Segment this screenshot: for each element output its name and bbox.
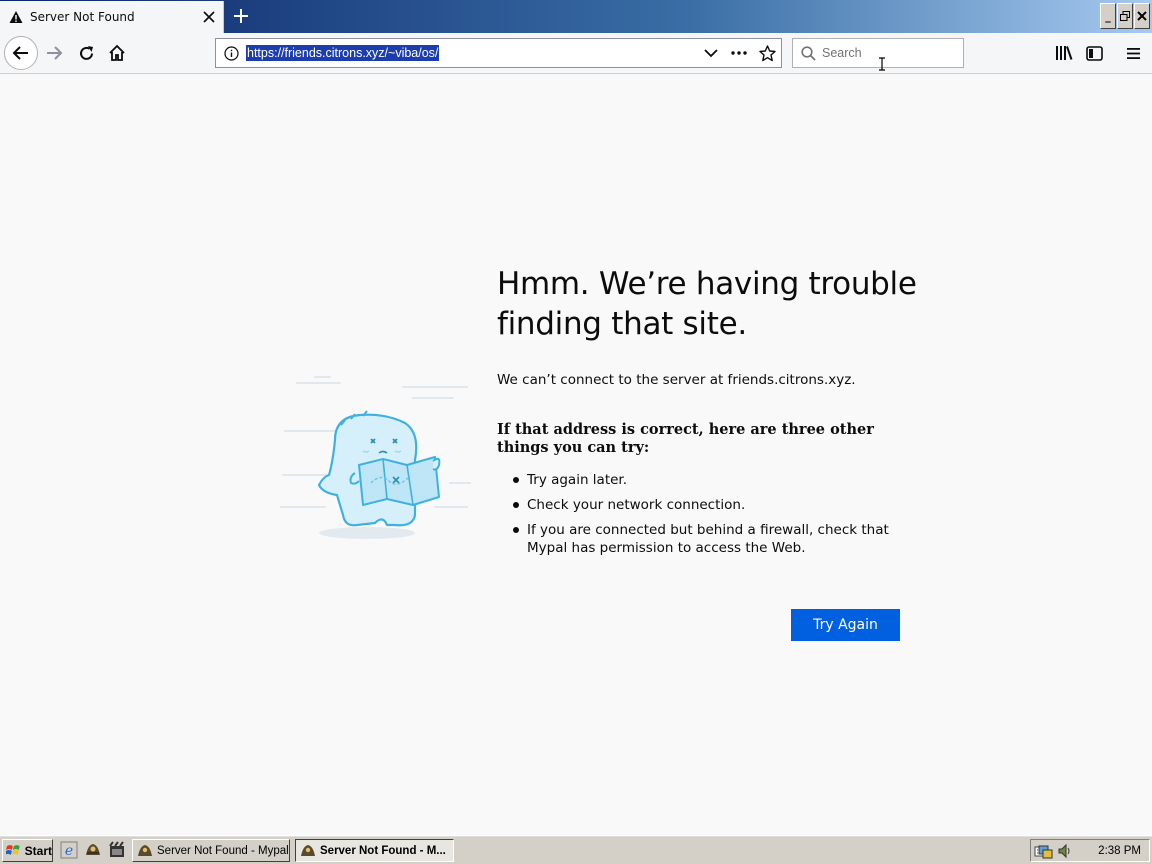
try-again-button[interactable]: Try Again [791, 609, 900, 641]
menu-button[interactable] [1121, 41, 1145, 65]
search-icon [801, 45, 816, 61]
url-text[interactable]: https://friends.citrons.xyz/~viba/os/ [246, 45, 440, 61]
close-window-button[interactable] [1134, 3, 1150, 29]
reload-button[interactable] [74, 41, 98, 65]
window-controls: _ [1100, 3, 1150, 29]
internet-explorer-icon[interactable]: e [60, 841, 78, 859]
close-icon [1137, 11, 1147, 21]
sidebar-icon [1085, 45, 1103, 61]
mypal-icon [301, 844, 315, 856]
svg-text:e: e [65, 843, 73, 859]
restore-icon [1120, 11, 1130, 21]
mypal-quicklaunch-icon[interactable] [84, 841, 102, 859]
restore-button[interactable] [1117, 3, 1133, 29]
system-tray: 2:38 PM [1030, 839, 1150, 862]
taskbar-item-mypal-2[interactable]: Server Not Found - M... [295, 839, 454, 862]
plus-icon [234, 9, 248, 23]
taskbar-item-mypal-1[interactable]: Server Not Found - Mypal [132, 839, 290, 862]
start-button[interactable]: Start [2, 839, 53, 862]
windows-logo-icon [6, 844, 20, 855]
navigation-toolbar: https://friends.citrons.xyz/~viba/os/ [0, 33, 1152, 74]
forward-icon [47, 46, 63, 60]
task-label: Server Not Found - Mypal [157, 844, 289, 857]
taskbar: Start e Server Not Found - Mypal Server … [0, 835, 1152, 864]
back-button[interactable] [4, 36, 38, 70]
clock[interactable]: 2:38 PM [1098, 845, 1141, 857]
suggestion-item: If you are connected but behind a firewa… [513, 521, 903, 557]
page-actions-icon[interactable] [725, 51, 753, 55]
text-cursor-icon [879, 57, 885, 71]
suggestion-item: Try again later. [513, 471, 903, 489]
volume-icon[interactable] [1057, 843, 1073, 859]
sidebar-button[interactable] [1082, 41, 1106, 65]
task-label: Server Not Found - M... [320, 844, 446, 857]
start-label: Start [24, 843, 52, 858]
sad-dinosaur-illustration [280, 376, 471, 539]
tab-title: Server Not Found [30, 10, 135, 24]
media-player-icon[interactable] [108, 841, 126, 859]
network-icon[interactable] [1037, 843, 1053, 859]
library-icon [1056, 46, 1073, 60]
chevron-down-icon[interactable] [697, 48, 725, 58]
menu-icon [1126, 47, 1140, 59]
minimize-button[interactable]: _ [1100, 3, 1116, 29]
reload-icon [79, 45, 93, 60]
error-suggestion-heading: If that address is correct, here are thr… [497, 421, 874, 456]
tab-strip: Server Not Found _ [0, 0, 1152, 33]
error-title: Hmm. We’re having trouble finding that s… [497, 266, 917, 342]
mypal-icon [138, 844, 152, 856]
tab-close-icon[interactable] [195, 3, 223, 31]
home-icon [109, 44, 125, 61]
suggestion-list: Try again later. Check your network conn… [513, 471, 903, 564]
warning-icon [9, 11, 23, 23]
search-input[interactable] [822, 46, 952, 60]
forward-button[interactable] [42, 41, 66, 65]
url-bar[interactable]: https://friends.citrons.xyz/~viba/os/ [215, 38, 782, 68]
back-icon [12, 46, 28, 60]
home-button[interactable] [105, 41, 129, 65]
info-icon[interactable] [216, 45, 246, 61]
bookmark-star-icon[interactable] [753, 44, 781, 62]
tab-server-not-found[interactable]: Server Not Found [0, 1, 224, 33]
new-tab-button[interactable] [228, 3, 254, 29]
suggestion-item: Check your network connection. [513, 496, 903, 514]
error-short-description: We can’t connect to the server at friend… [497, 372, 856, 388]
library-button[interactable] [1052, 41, 1076, 65]
